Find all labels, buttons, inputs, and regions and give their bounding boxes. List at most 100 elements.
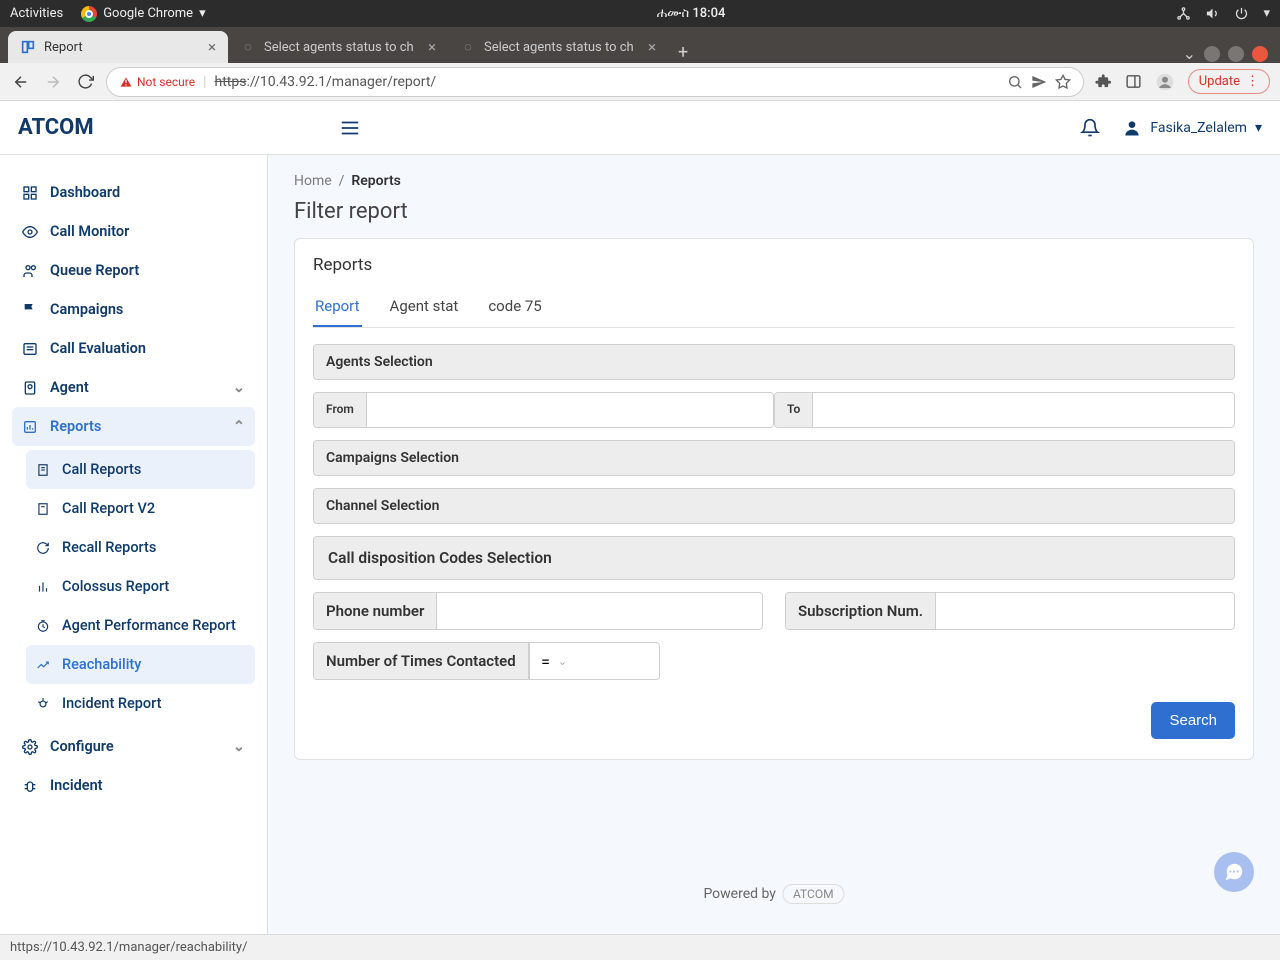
sidebar-sub-agent-performance[interactable]: Agent Performance Report [26, 606, 255, 645]
sidebar-item-call-evaluation[interactable]: Call Evaluation [12, 329, 255, 368]
activities-button[interactable]: Activities [10, 6, 63, 21]
times-label: Number of Times Contacted [314, 643, 529, 679]
browser-tab[interactable]: ◌ Select agents status to ch × [448, 31, 668, 63]
volume-icon[interactable] [1205, 6, 1220, 21]
sidebar-sub-recall-reports[interactable]: Recall Reports [26, 528, 255, 567]
send-icon[interactable] [1031, 74, 1047, 90]
sidebar-item-reports[interactable]: Reports⌃ [12, 407, 255, 446]
power-icon[interactable] [1234, 6, 1249, 21]
content-area: Home / Reports Filter report Reports Rep… [268, 155, 1280, 934]
new-tab-button[interactable]: + [668, 42, 698, 63]
to-input[interactable] [813, 393, 1234, 427]
address-bar[interactable]: Not secure | https://10.43.92.1/manager/… [106, 67, 1084, 97]
dashboard-icon [22, 185, 38, 201]
chevron-down-icon[interactable]: ▾ [1263, 6, 1270, 21]
to-field: To [774, 392, 1235, 428]
breadcrumb: Home / Reports [294, 173, 1254, 189]
close-icon[interactable]: × [208, 38, 216, 56]
sidebar-item-queue-report[interactable]: Queue Report [12, 251, 255, 290]
from-input[interactable] [367, 393, 773, 427]
globe-icon: ◌ [240, 39, 256, 55]
window-maximize-button[interactable] [1228, 46, 1244, 62]
chat-widget-button[interactable] [1214, 852, 1254, 892]
sidebar-item-incident[interactable]: Incident [12, 766, 255, 805]
list-icon [22, 341, 38, 357]
profile-icon[interactable] [1156, 73, 1174, 91]
from-field: From [313, 392, 774, 428]
sidebar-item-campaigns[interactable]: Campaigns [12, 290, 255, 329]
menu-toggle-button[interactable] [339, 117, 361, 139]
close-icon[interactable]: × [428, 38, 436, 56]
search-button[interactable]: Search [1151, 702, 1235, 739]
sidebar-sub-reachability[interactable]: Reachability [26, 645, 255, 684]
from-label: From [314, 393, 367, 427]
flag-icon [22, 302, 38, 318]
operator-select[interactable]: =⌄ [529, 643, 579, 679]
refresh-icon [36, 541, 50, 555]
tab-title: Report [44, 40, 200, 55]
network-icon[interactable] [1176, 6, 1191, 21]
url-text: https://10.43.92.1/manager/report/ [215, 74, 437, 90]
sidebar-item-agent[interactable]: Agent⌄ [12, 368, 255, 407]
tab-list-chevron-icon[interactable]: ⌄ [1183, 44, 1196, 63]
times-input[interactable] [579, 643, 659, 679]
app-menu[interactable]: Google Chrome ▾ [81, 6, 205, 22]
subscription-input[interactable] [936, 593, 1234, 629]
chevron-down-icon: ⌄ [233, 738, 245, 755]
sidebar-sub-call-report-v2[interactable]: Call Report V2 [26, 489, 255, 528]
brand-logo[interactable]: ATCOM [18, 115, 94, 140]
to-label: To [775, 393, 813, 427]
tab-agent-stat[interactable]: Agent stat [388, 289, 461, 327]
window-minimize-button[interactable] [1204, 46, 1220, 62]
sidebar-item-dashboard[interactable]: Dashboard [12, 173, 255, 212]
status-bar: https://10.43.92.1/manager/reachability/ [0, 934, 1280, 960]
gear-icon [22, 739, 38, 755]
agents-selection-header[interactable]: Agents Selection [313, 344, 1235, 380]
disposition-selection-header[interactable]: Call disposition Codes Selection [313, 536, 1235, 580]
window-close-button[interactable] [1252, 46, 1268, 62]
agent-icon [22, 380, 38, 396]
update-button[interactable]: Update ⋮ [1188, 69, 1270, 94]
sidebar-item-configure[interactable]: Configure⌄ [12, 727, 255, 766]
page-title: Filter report [294, 199, 1254, 224]
sidebar-sub-colossus-report[interactable]: Colossus Report [26, 567, 255, 606]
eye-icon [22, 224, 38, 240]
bookmark-icon[interactable] [1055, 74, 1071, 90]
breadcrumb-current: Reports [351, 173, 401, 189]
back-button[interactable] [10, 71, 32, 93]
reload-button[interactable] [74, 71, 96, 93]
chart-icon [36, 580, 50, 594]
not-secure-badge[interactable]: Not secure [119, 75, 195, 89]
subscription-field: Subscription Num. [785, 592, 1235, 630]
breadcrumb-home[interactable]: Home [294, 173, 332, 189]
chevron-up-icon: ⌃ [233, 418, 245, 435]
campaigns-selection-header[interactable]: Campaigns Selection [313, 440, 1235, 476]
browser-tab[interactable]: Report × [8, 31, 228, 63]
atcom-chip: ATCOM [782, 884, 845, 904]
sidebar-sub-incident-report[interactable]: Incident Report [26, 684, 255, 723]
doc-icon [36, 463, 50, 477]
channel-selection-header[interactable]: Channel Selection [313, 488, 1235, 524]
phone-input[interactable] [437, 593, 762, 629]
zoom-icon[interactable] [1007, 74, 1023, 90]
status-link: https://10.43.92.1/manager/reachability/ [0, 940, 257, 955]
chrome-icon [81, 6, 97, 22]
report-card: Reports Report Agent stat code 75 Agents… [294, 238, 1254, 760]
globe-icon: ◌ [460, 39, 476, 55]
close-icon[interactable]: × [648, 38, 656, 56]
clock[interactable]: ሐሙስ 18:04 [206, 6, 1177, 21]
app-header: ATCOM Fasika_Zelalem ▾ [0, 101, 1280, 155]
sidebar-sub-call-reports[interactable]: Call Reports [26, 450, 255, 489]
bug-icon [36, 697, 50, 711]
extensions-icon[interactable] [1094, 73, 1111, 90]
browser-tab[interactable]: ◌ Select agents status to ch × [228, 31, 448, 63]
tab-code-75[interactable]: code 75 [486, 289, 543, 327]
forward-button[interactable] [42, 71, 64, 93]
card-title: Reports [313, 255, 1235, 275]
tab-report[interactable]: Report [313, 289, 362, 327]
user-menu[interactable]: Fasika_Zelalem ▾ [1122, 118, 1262, 138]
sidebar-item-call-monitor[interactable]: Call Monitor [12, 212, 255, 251]
sidepanel-icon[interactable] [1125, 73, 1142, 90]
notifications-icon[interactable] [1080, 118, 1100, 138]
reports-icon [22, 419, 38, 435]
